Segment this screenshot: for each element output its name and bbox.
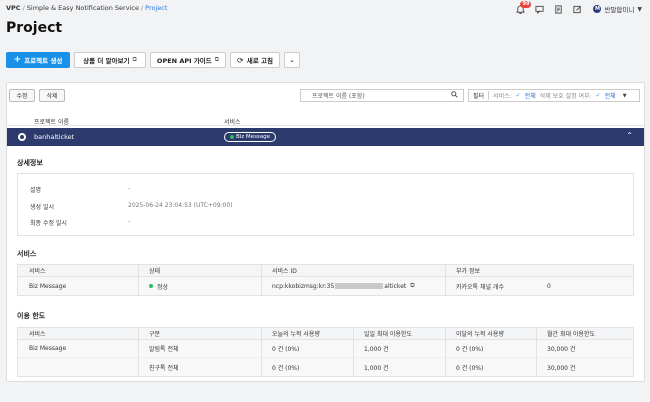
usage-kind: 알림톡 전체 <box>149 346 179 353</box>
project-panel: 수정 삭제 프로젝트 이름 (포함) 필터 서비스: ✓ 전체 삭제 보호 설정… <box>6 82 645 382</box>
status-dot-icon <box>149 284 153 288</box>
usage-monthly-max: 30,000 건 <box>547 364 576 372</box>
search-input[interactable]: 프로젝트 이름 (포함) <box>300 89 464 102</box>
col-header: 서비스 ID <box>272 268 297 275</box>
masked-text <box>335 283 384 289</box>
edit-icon[interactable] <box>572 4 582 14</box>
detail-value: 2025-06-24 23:04:53 (UTC+09:00) <box>128 202 233 209</box>
refresh-icon: ⟳ <box>237 55 244 65</box>
usage-daily-max: 1,000 건 <box>364 346 389 353</box>
table-header-row: 서비스 상태 서비스 ID 부가 정보 <box>18 265 633 277</box>
filter-label: 필터 <box>473 93 485 100</box>
top-utility-bar: 99 M 반말합미니 ▼ <box>515 1 642 16</box>
filter-delete-value: 전체 <box>604 93 616 100</box>
edit-button[interactable]: 수정 <box>9 89 35 102</box>
filter-service-label: 서비스: <box>493 93 512 100</box>
table-row: Biz Message 알림톡 전체 0 건 (0%) 1,000 건 0 건 … <box>18 340 633 358</box>
user-menu[interactable]: M 반말합미니 ▼ <box>593 4 642 14</box>
usage-month: 0 건 (0%) <box>456 364 484 372</box>
filter-bar[interactable]: 필터 서비스: ✓ 전체 삭제 보호 설정 여부: ✓ 전체 ▼ <box>468 89 640 102</box>
service-tag: Biz Message <box>224 132 277 142</box>
table-row-selected[interactable]: banhalticket Biz Message ⌃ <box>7 128 644 146</box>
status-dot-icon <box>230 135 234 139</box>
col-header: 서비스 <box>29 268 46 275</box>
services-section-title: 서비스 <box>17 250 37 258</box>
detail-value: - <box>128 218 131 225</box>
search-placeholder: 프로젝트 이름 (포함) <box>312 93 365 100</box>
services-table: 서비스 상태 서비스 ID 부가 정보 Biz Message 정상 ncp:k… <box>17 264 634 296</box>
caret-down-icon: ▼ <box>622 92 627 99</box>
open-api-guide-button[interactable]: OPEN API 가이드 ⧉ <box>150 52 226 68</box>
refresh-button[interactable]: ⟳ 새로 고침 <box>230 52 280 68</box>
bell-icon[interactable]: 99 <box>515 1 532 14</box>
external-link-icon: ⧉ <box>214 56 220 63</box>
document-icon[interactable] <box>553 4 563 14</box>
chevron-up-icon[interactable]: ⌃ <box>626 131 633 140</box>
create-project-button[interactable]: + 프로젝트 생성 <box>6 52 70 68</box>
service-id: ncp:kkobizmsg:kr:35 alticket ⧉ <box>272 282 415 290</box>
extra-info-value: 0 <box>547 282 551 290</box>
search-icon[interactable] <box>451 91 458 100</box>
user-name: 반말합미니 <box>604 6 635 14</box>
col-header: 일일 최대 이용한도 <box>364 331 412 338</box>
detail-key: 설명 <box>30 187 42 194</box>
toolbar: + 프로젝트 생성 상품 더 알아보기 ⧉ OPEN API 가이드 ⧉ ⟳ 새… <box>6 52 300 68</box>
detail-key: 생성 일시 <box>30 204 54 211</box>
delete-button[interactable]: 삭제 <box>39 89 65 102</box>
learn-more-button[interactable]: 상품 더 알아보기 ⧉ <box>74 52 146 68</box>
usage-today: 0 건 (0%) <box>272 346 300 353</box>
filter-service-value: 전체 <box>524 93 536 100</box>
details-box: 설명 - 생성 일시 2025-06-24 23:04:53 (UTC+09:0… <box>17 173 634 236</box>
col-header: 월간 최대 이용한도 <box>547 331 595 338</box>
table-row: 친구톡 전체 0 건 (0%) 1,000 건 0 건 (0%) 30,000 … <box>18 358 633 376</box>
col-header: 상태 <box>149 268 161 275</box>
table-header-row: 서비스 구분 오늘의 누적 사용량 일일 최대 이용한도 이달의 누적 사용량 … <box>18 328 633 340</box>
col-service: 서비스 <box>224 119 241 126</box>
usage-today: 0 건 (0%) <box>272 364 300 372</box>
breadcrumb-item-sens[interactable]: Simple & Easy Notification Service <box>27 4 139 12</box>
caret-down-icon: ▼ <box>637 5 642 13</box>
usage-monthly-max: 30,000 건 <box>547 346 576 353</box>
detail-value: - <box>128 185 131 192</box>
table-row: Biz Message 정상 ncp:kkobizmsg:kr:35 altick… <box>18 277 633 295</box>
col-project-name: 프로젝트 이름 <box>34 119 70 126</box>
usage-section-title: 이용 한도 <box>17 312 46 320</box>
extra-info-key: 카카오톡 채널 개수 <box>456 283 504 291</box>
breadcrumb-current: Project <box>145 4 168 12</box>
page-title: Project <box>6 20 63 36</box>
notification-badge: 99 <box>520 1 532 8</box>
col-header: 부가 정보 <box>456 268 480 275</box>
breadcrumb-separator: / <box>22 4 25 12</box>
avatar: M <box>593 5 602 13</box>
project-table-header: 프로젝트 이름 서비스 <box>7 114 644 126</box>
col-header: 오늘의 누적 사용량 <box>272 331 320 338</box>
service-name: Biz Message <box>29 282 67 290</box>
check-icon: ✓ <box>515 92 521 99</box>
status-badge: 정상 <box>149 277 168 295</box>
filter-delete-label: 삭제 보호 설정 여부: <box>539 93 592 100</box>
breadcrumb-separator: / <box>140 4 144 12</box>
more-options-button[interactable]: ⌄ <box>284 52 300 68</box>
col-header: 서비스 <box>29 331 46 338</box>
chevron-down-icon: ⌄ <box>289 56 295 64</box>
usage-daily-max: 1,000 건 <box>364 364 389 372</box>
external-link-icon: ⧉ <box>132 56 137 63</box>
copy-icon[interactable]: ⧉ <box>410 282 414 290</box>
usage-table: 서비스 구분 오늘의 누적 사용량 일일 최대 이용한도 이달의 누적 사용량 … <box>17 327 634 377</box>
col-header: 이달의 누적 사용량 <box>456 331 504 338</box>
project-name: banhalticket <box>34 133 75 141</box>
col-header: 구분 <box>149 331 161 338</box>
usage-month: 0 건 (0%) <box>456 346 484 353</box>
breadcrumb-root[interactable]: VPC <box>6 4 21 12</box>
breadcrumb: VPC / Simple & Easy Notification Service / P… <box>6 4 167 12</box>
row-radio[interactable] <box>18 133 26 141</box>
detail-key: 최종 수정 일시 <box>30 220 67 227</box>
chat-icon[interactable] <box>534 4 544 14</box>
plus-icon: + <box>13 55 22 65</box>
usage-service: Biz Message <box>29 345 67 352</box>
details-section-title: 상세정보 <box>17 159 43 167</box>
usage-kind: 친구톡 전체 <box>149 364 179 372</box>
check-icon: ✓ <box>595 92 601 99</box>
